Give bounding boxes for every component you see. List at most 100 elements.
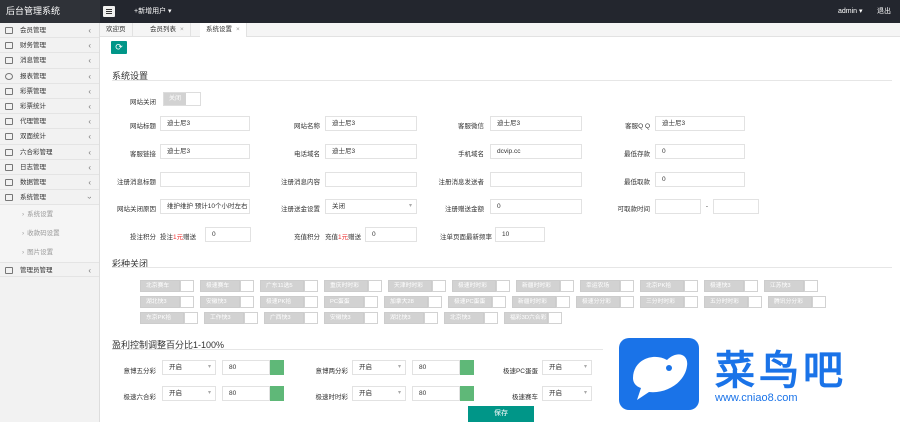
add-user-menu[interactable]: +新增用户 ▾ [134, 0, 172, 23]
reg-msg-content-input[interactable] [325, 172, 417, 187]
tab-welcome[interactable]: 欢迎页 [100, 23, 133, 37]
site-title-input[interactable]: 迪士尼3 [160, 116, 250, 131]
profit-value-input[interactable]: 80 [222, 386, 270, 401]
sidebar-item-logs[interactable]: 日志管理 ‹ [0, 160, 99, 175]
lottery-close-checkbox[interactable]: 幸运农场 [580, 280, 634, 292]
user-icon [5, 163, 13, 171]
lottery-close-checkbox[interactable]: 广东11选5 [260, 280, 318, 292]
save-button[interactable]: 保存 [468, 406, 534, 422]
close-reason-input[interactable]: 维护维护 预计10个小时左右 [160, 199, 250, 214]
lottery-close-label: 腾讯分分彩 [768, 296, 812, 308]
close-icon[interactable]: × [236, 26, 240, 33]
reg-msg-title-input[interactable] [160, 172, 250, 187]
withdraw-time-start[interactable] [655, 199, 701, 214]
lottery-close-checkbox[interactable]: 极速时时彩 [452, 280, 510, 292]
profit-select[interactable]: 开启 [162, 360, 216, 375]
profit-color-swatch[interactable] [460, 360, 474, 375]
lottery-close-checkbox[interactable]: 五分时时彩 [704, 296, 762, 308]
bet-points-label: 投注积分 [130, 234, 156, 241]
refresh-button[interactable]: ⟳ [111, 41, 127, 54]
tab-system-settings[interactable]: 系统设置 × [200, 23, 247, 37]
sidebar-item-messages[interactable]: 消息管理 ‹ [0, 53, 99, 69]
profit-select[interactable]: 开启 [162, 386, 216, 401]
reg-amount-select[interactable]: 关闭 [325, 199, 417, 214]
lottery-close-checkbox[interactable]: 湖北快3 [384, 312, 438, 324]
profit-select[interactable]: 开启 [352, 360, 406, 375]
sidebar-item-system[interactable]: 系统管理 ‹ [0, 190, 99, 206]
min-withdraw-input[interactable]: 0 [655, 172, 745, 187]
refresh-rate-input[interactable]: 10 [495, 227, 545, 242]
lottery-close-checkbox[interactable]: 新疆时时彩 [512, 296, 570, 308]
lottery-close-label: 极速分分彩 [576, 296, 620, 308]
profit-value-input[interactable]: 80 [412, 386, 460, 401]
lottery-close-checkbox[interactable]: 天津时时彩 [388, 280, 446, 292]
profit-select[interactable]: 开启 [542, 360, 592, 375]
sidebar-item-lottery[interactable]: 彩票管理 ‹ [0, 84, 99, 99]
sidebar-item-lottery-stats[interactable]: 彩票统计 ‹ [0, 99, 99, 115]
tab-label: 会员列表 [150, 26, 176, 33]
site-name-input[interactable]: 迪士尼3 [325, 116, 417, 131]
min-deposit-input[interactable]: 0 [655, 144, 745, 159]
admin-menu[interactable]: admin ▾ [838, 0, 863, 23]
bet-points-input[interactable]: 0 [205, 227, 251, 242]
reg-msg-sender-input[interactable] [490, 172, 582, 187]
lottery-close-checkbox[interactable]: 三分时时彩 [640, 296, 698, 308]
service-link-input[interactable]: 迪士尼3 [160, 144, 250, 159]
lottery-close-checkbox[interactable]: PC蛋蛋 [324, 296, 378, 308]
profit-value-input[interactable]: 80 [412, 360, 460, 375]
lottery-close-checkbox[interactable]: 北京PK拾 [640, 280, 698, 292]
lottery-close-checkbox[interactable]: 东京PK拾 [140, 312, 198, 324]
lottery-close-checkbox[interactable]: 极速PC蛋蛋 [448, 296, 506, 308]
sidebar-item-admins[interactable]: 管理员管理 ‹ [0, 262, 99, 278]
chevron-left-icon: ‹ [88, 117, 91, 127]
pc-domain-input[interactable]: 迪士尼3 [325, 144, 417, 159]
service-wechat-input[interactable]: 迪士尼3 [490, 116, 582, 131]
reg-gift-input[interactable]: 0 [490, 199, 582, 214]
lottery-close-checkbox[interactable]: 福彩3D六合彩 [504, 312, 562, 324]
lottery-close-checkbox[interactable]: 广西快3 [264, 312, 318, 324]
sidebar-item-finance[interactable]: 财务管理 ‹ [0, 38, 99, 54]
lottery-close-checkbox[interactable]: 湖北快3 [140, 296, 194, 308]
lottery-close-checkbox[interactable]: 北京快3 [444, 312, 498, 324]
lottery-close-checkbox[interactable]: 安徽快3 [200, 296, 254, 308]
profit-value-input[interactable]: 80 [222, 360, 270, 375]
service-qq-input[interactable]: 迪士尼3 [655, 116, 745, 131]
user-icon [5, 133, 13, 141]
sidebar-item-data[interactable]: 数据管理 ‹ [0, 175, 99, 191]
logout-link[interactable]: 退出 [877, 0, 891, 23]
profit-select[interactable]: 开启 [352, 386, 406, 401]
profit-select[interactable]: 开启 [542, 386, 592, 401]
profit-color-swatch[interactable] [270, 386, 284, 401]
site-close-toggle[interactable]: 关闭 [163, 92, 201, 106]
lottery-close-checkbox[interactable]: 北京赛车 [140, 280, 194, 292]
sidebar-subitem-image-settings[interactable]: › 图片设置 [0, 243, 99, 263]
sidebar-item-label: 六合彩管理 [20, 148, 53, 156]
withdraw-time-end[interactable] [713, 199, 759, 214]
profit-color-swatch[interactable] [270, 360, 284, 375]
mobile-domain-input[interactable]: dcvip.cc [490, 144, 582, 159]
tab-member-list[interactable]: 会员列表 × [144, 23, 191, 37]
lottery-close-checkbox[interactable]: 江苏快3 [764, 280, 818, 292]
close-icon[interactable]: × [180, 26, 184, 33]
lottery-close-checkbox[interactable]: 极速快3 [704, 280, 758, 292]
lottery-close-checkbox[interactable]: 极速赛车 [200, 280, 254, 292]
sidebar-item-reports[interactable]: 报表管理 ‹ [0, 69, 99, 84]
lottery-close-checkbox[interactable]: 加拿大28 [384, 296, 442, 308]
lottery-close-checkbox[interactable]: 极速分分彩 [576, 296, 634, 308]
lottery-close-checkbox[interactable]: 腾讯分分彩 [768, 296, 826, 308]
lottery-close-checkbox[interactable]: 安徽快3 [324, 312, 378, 324]
menu-toggle-icon[interactable] [103, 6, 115, 17]
lottery-close-checkbox[interactable]: 新疆时时彩 [516, 280, 574, 292]
lottery-close-checkbox[interactable]: 重庆时时彩 [324, 280, 382, 292]
sidebar-item-members[interactable]: 会员管理 ‹ [0, 23, 99, 39]
lottery-close-label: 东京PK拾 [140, 312, 184, 324]
sidebar-subitem-payment-code[interactable]: › 收款码设置 [0, 224, 99, 244]
lottery-close-checkbox[interactable]: 极速PK拾 [260, 296, 318, 308]
sidebar-subitem-system-settings[interactable]: › 系统设置 [0, 205, 99, 225]
deposit-points-input[interactable]: 0 [365, 227, 417, 242]
profit-color-swatch[interactable] [460, 386, 474, 401]
sidebar-item-agents[interactable]: 代理管理 ‹ [0, 114, 99, 130]
sidebar-item-mark-six[interactable]: 六合彩管理 ‹ [0, 145, 99, 160]
sidebar-item-double-stats[interactable]: 双面统计 ‹ [0, 129, 99, 145]
lottery-close-checkbox[interactable]: 工作快3 [204, 312, 258, 324]
